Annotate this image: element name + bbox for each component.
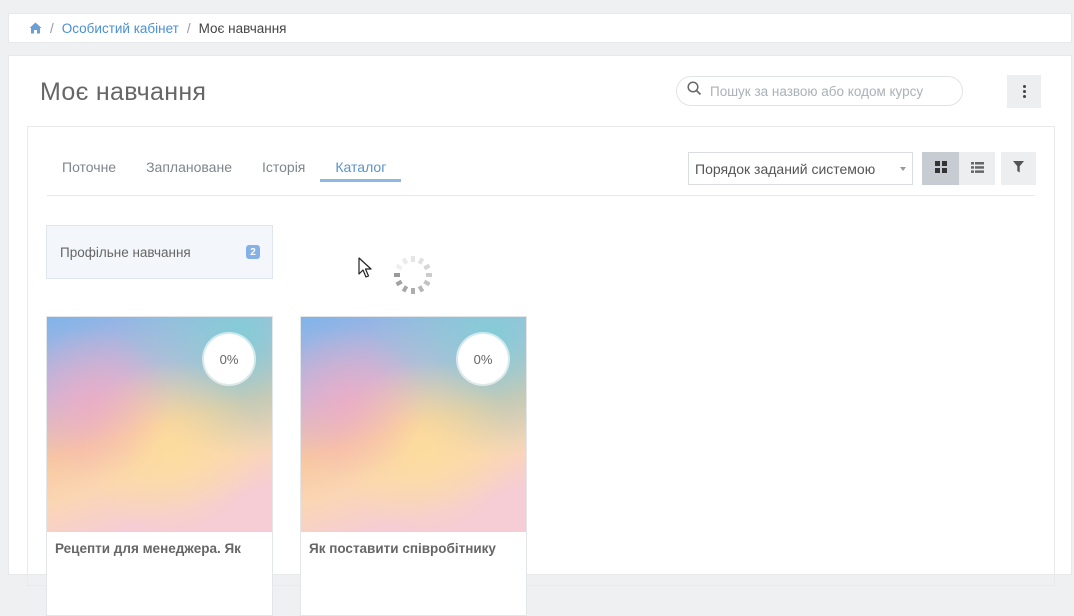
search-input[interactable]: [708, 82, 947, 100]
filter-button[interactable]: [1001, 152, 1036, 185]
category-label: Профільне навчання: [60, 244, 191, 260]
grid-view-button[interactable]: [922, 152, 959, 185]
breadcrumb: / Особистий кабінет / Моє навчання: [8, 13, 1072, 43]
list-view-button[interactable]: [959, 152, 995, 185]
breadcrumb-link-cabinet[interactable]: Особистий кабінет: [62, 21, 179, 36]
breadcrumb-separator: /: [186, 20, 191, 36]
kebab-icon: [1022, 85, 1026, 88]
tab-current[interactable]: Поточне: [47, 157, 131, 182]
loading-spinner-icon: [391, 253, 435, 302]
chevron-down-icon: [900, 167, 906, 171]
main-panel: Моє навчання Поточне Заплановане Історія…: [8, 55, 1072, 616]
tab-history[interactable]: Історія: [247, 157, 320, 182]
breadcrumb-separator: /: [50, 20, 54, 36]
breadcrumb-current: Моє навчання: [198, 20, 287, 36]
courses-container: Поточне Заплановане Історія Каталог Поря…: [27, 126, 1055, 616]
mouse-cursor-icon: [358, 257, 372, 284]
category-count-badge: 2: [246, 245, 260, 259]
course-card[interactable]: 0% Як поставити співробітнику: [300, 316, 527, 616]
sort-select[interactable]: Порядок заданий системою: [688, 152, 913, 185]
filter-icon: [1013, 160, 1024, 178]
tab-planned[interactable]: Заплановане: [131, 157, 247, 182]
tab-catalog[interactable]: Каталог: [320, 157, 402, 182]
category-filter-chip[interactable]: Профільне навчання 2: [46, 225, 273, 279]
course-title[interactable]: Рецепти для менеджера. Як: [55, 541, 241, 556]
home-icon[interactable]: [29, 22, 42, 34]
progress-circle: 0%: [458, 334, 508, 384]
search-box[interactable]: [676, 76, 963, 106]
course-title[interactable]: Як поставити співробітнику: [309, 541, 496, 556]
grid-view-icon: [934, 160, 947, 178]
search-icon: [687, 81, 702, 101]
progress-circle: 0%: [204, 334, 254, 384]
sort-selected-value: Порядок заданий системою: [695, 160, 876, 177]
kebab-menu-button[interactable]: [1007, 75, 1041, 108]
page-title: Моє навчання: [40, 78, 207, 106]
list-view-icon: [970, 160, 984, 178]
course-card[interactable]: 0% Рецепти для менеджера. Як: [46, 316, 273, 616]
